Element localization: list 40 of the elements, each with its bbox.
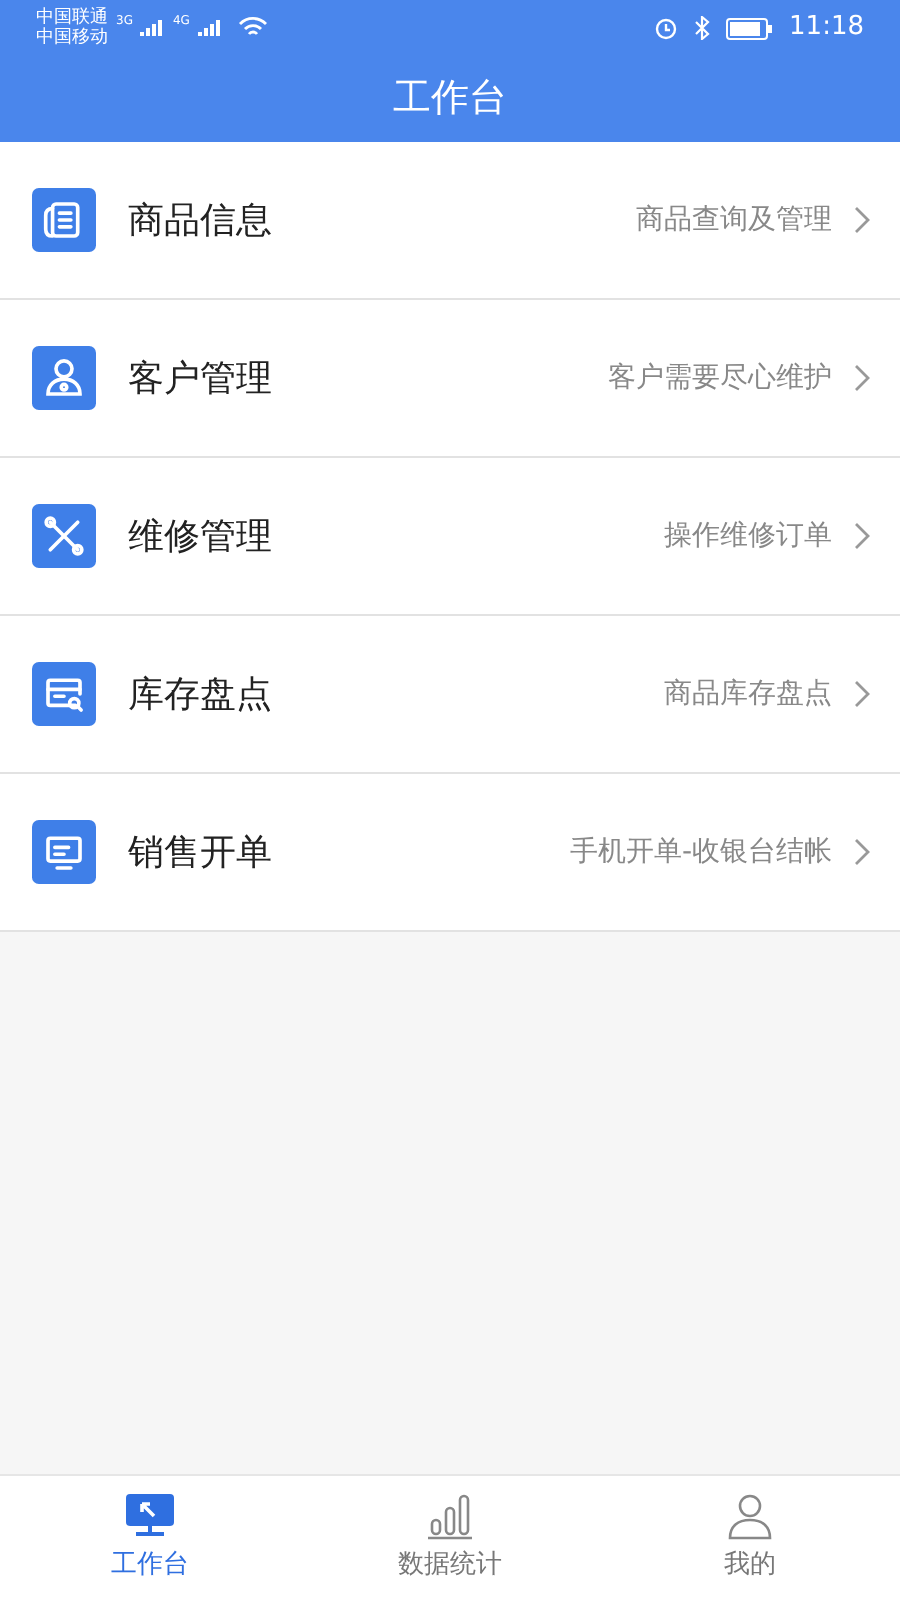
menu-hint: 商品查询及管理 — [636, 201, 832, 239]
page-title: 工作台 — [393, 74, 507, 125]
menu-row[interactable]: 销售开单 手机开单-收银台结帐 — [0, 774, 900, 932]
menu-hint: 操作维修订单 — [664, 517, 832, 555]
wifi-icon — [237, 16, 268, 40]
chevron-right-icon — [852, 678, 872, 710]
carrier-label: 中国移动 — [36, 28, 108, 48]
user-icon — [32, 346, 96, 410]
monitor-icon — [122, 1491, 178, 1540]
chevron-right-icon — [852, 520, 872, 552]
monitor-icon — [32, 820, 96, 884]
signal-icon — [140, 18, 165, 38]
menu-label: 商品信息 — [128, 197, 272, 245]
menu-hint: 手机开单-收银台结帐 — [569, 833, 832, 871]
chevron-right-icon — [852, 836, 872, 868]
alarm-icon — [653, 16, 678, 40]
carrier-label: 中国联通 — [36, 8, 108, 28]
menu-label: 客户管理 — [128, 355, 272, 403]
bluetooth-icon — [693, 16, 710, 40]
menu-label: 维修管理 — [128, 513, 272, 561]
document-icon — [32, 188, 96, 252]
card-search-icon — [32, 662, 96, 726]
menu-label: 销售开单 — [128, 829, 272, 877]
bar-chart-icon — [422, 1491, 478, 1540]
signal-icon — [197, 18, 222, 38]
menu-hint: 客户需要尽心维护 — [608, 359, 832, 397]
menu-label: 库存盘点 — [128, 671, 272, 719]
menu-row[interactable]: 客户管理 客户需要尽心维护 — [0, 300, 900, 458]
battery-icon — [725, 17, 774, 39]
tab[interactable]: 我的 — [600, 1476, 900, 1600]
menu-row[interactable]: 维修管理 操作维修订单 — [0, 458, 900, 616]
clock-time: 11:18 — [789, 10, 864, 47]
tools-icon — [32, 504, 96, 568]
menu-hint: 商品库存盘点 — [664, 675, 832, 713]
chevron-right-icon — [852, 204, 872, 236]
menu-row[interactable]: 库存盘点 商品库存盘点 — [0, 616, 900, 774]
tab[interactable]: 工作台 — [0, 1476, 300, 1600]
menu-row[interactable]: 商品信息 商品查询及管理 — [0, 142, 900, 300]
tab[interactable]: 数据统计 — [300, 1476, 600, 1600]
chevron-right-icon — [852, 362, 872, 394]
